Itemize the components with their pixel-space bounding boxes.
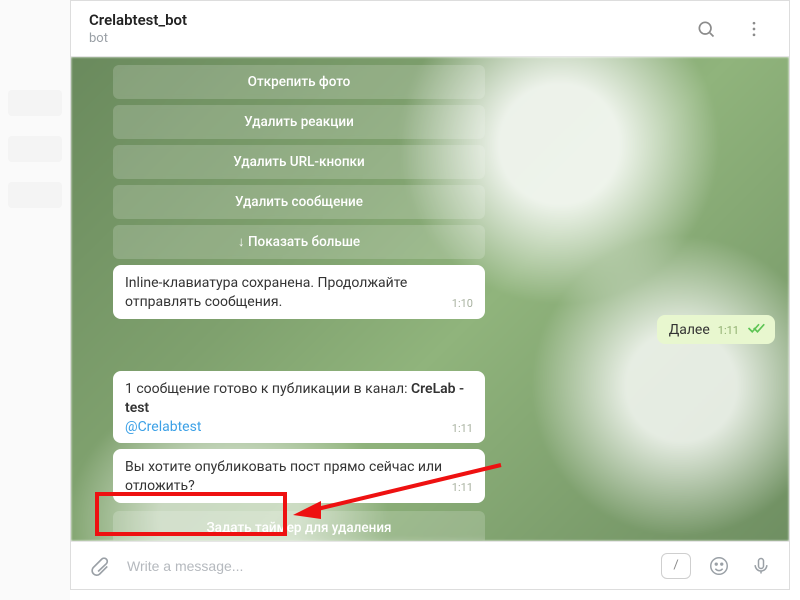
chat-title[interactable]: Crelabtest_bot bbox=[89, 11, 675, 29]
bot-message-saved: Inline-клавиатура сохранена. Продолжайте… bbox=[113, 265, 485, 319]
read-checks-icon bbox=[747, 322, 765, 338]
message-time: 1:11 bbox=[452, 422, 473, 437]
search-icon[interactable] bbox=[689, 12, 723, 46]
kb-show-more[interactable]: ↓ Показать больше bbox=[113, 225, 485, 259]
voice-icon[interactable] bbox=[747, 552, 775, 580]
kb-unpin-photo[interactable]: Открепить фото bbox=[113, 65, 485, 99]
message-time: 1:11 bbox=[718, 324, 739, 337]
kb-set-timer[interactable]: Задать таймер для удаления bbox=[113, 511, 485, 541]
message-text: Далее bbox=[669, 322, 710, 338]
message-time: 1:10 bbox=[452, 297, 473, 312]
kb-delete-message[interactable]: Удалить сообщение bbox=[113, 185, 485, 219]
bot-message-ready: 1 сообщение готово к публикации в канал:… bbox=[113, 371, 485, 444]
chat-header: Crelabtest_bot bot bbox=[71, 1, 789, 57]
attach-icon[interactable] bbox=[85, 552, 113, 580]
message-time: 1:11 bbox=[452, 481, 473, 496]
message-text: 1 сообщение готово к публикации в канал:… bbox=[125, 381, 464, 416]
message-text: Вы хотите опубликовать пост прямо сейчас… bbox=[125, 459, 442, 494]
emoji-icon[interactable] bbox=[705, 552, 733, 580]
chat-window: Crelabtest_bot bot Открепить фото Удалит… bbox=[70, 0, 790, 590]
kb-delete-url-buttons[interactable]: Удалить URL-кнопки bbox=[113, 145, 485, 179]
chat-area: Открепить фото Удалить реакции Удалить U… bbox=[71, 57, 789, 541]
bot-message-prompt: Вы хотите опубликовать пост прямо сейчас… bbox=[113, 449, 485, 503]
message-input[interactable] bbox=[127, 558, 647, 574]
inline-keyboard-bottom: Задать таймер для удаления Опубликовать … bbox=[113, 511, 485, 541]
channel-handle-link[interactable]: @Crelabtest bbox=[125, 419, 201, 435]
message-composer: / bbox=[71, 541, 789, 589]
bot-command-icon[interactable]: / bbox=[661, 553, 691, 579]
message-text: Inline-клавиатура сохранена. Продолжайте… bbox=[125, 275, 407, 310]
outgoing-message: Далее 1:11 bbox=[657, 315, 775, 344]
kb-delete-reactions[interactable]: Удалить реакции bbox=[113, 105, 485, 139]
sidebar-ghost bbox=[0, 0, 70, 600]
more-icon[interactable] bbox=[737, 12, 771, 46]
inline-keyboard-top: Открепить фото Удалить реакции Удалить U… bbox=[113, 65, 485, 259]
chat-subtitle: bot bbox=[89, 31, 675, 46]
